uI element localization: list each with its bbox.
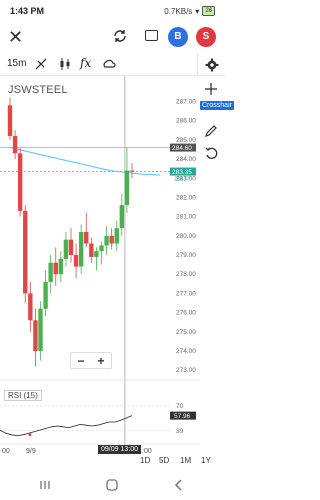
recents-icon[interactable] bbox=[38, 478, 52, 492]
rsi-tag: 57.96 bbox=[174, 413, 191, 420]
price-axis-label: 280.00 bbox=[176, 233, 196, 240]
candle-body bbox=[68, 239, 74, 256]
candle-body bbox=[28, 293, 33, 321]
rsi-axis-label: 70 bbox=[176, 403, 184, 410]
indicators-icon[interactable]: fx bbox=[80, 56, 94, 70]
cloud-icon[interactable] bbox=[102, 57, 116, 71]
tabs-icon[interactable] bbox=[145, 30, 158, 41]
candle-body bbox=[53, 262, 58, 275]
candle-body bbox=[78, 232, 84, 267]
crosshair-time-label: 09/09 13:00 bbox=[98, 445, 141, 454]
rsi-line bbox=[0, 415, 133, 437]
refresh-icon[interactable] bbox=[112, 28, 128, 44]
price-tag-small: 283.17 bbox=[174, 177, 190, 183]
range-1y-button[interactable]: 1Y bbox=[201, 456, 211, 465]
price-axis-label: 277.00 bbox=[176, 290, 196, 297]
candle-body bbox=[23, 210, 28, 294]
net-speed: 0.7KB/s bbox=[164, 6, 193, 16]
rsi-label[interactable]: RSI (15) bbox=[4, 390, 42, 401]
candle-body bbox=[104, 235, 109, 246]
candle-body bbox=[89, 243, 94, 257]
candle-body bbox=[7, 105, 13, 137]
time-label-mid: 9/9 bbox=[26, 448, 36, 455]
candle-body bbox=[58, 258, 64, 275]
price-axis-label: 285.00 bbox=[176, 137, 196, 144]
android-nav-bar bbox=[0, 470, 225, 500]
zoom-in-button[interactable]: + bbox=[97, 354, 104, 368]
candle-body bbox=[94, 251, 99, 257]
avatar-b[interactable]: B bbox=[168, 27, 188, 47]
pencil-icon[interactable] bbox=[204, 124, 218, 138]
status-indicators: 0.7KB/s ▾ 26 bbox=[164, 6, 215, 16]
price-tag-current: 283.35 bbox=[172, 169, 192, 176]
price-axis-label: 286.00 bbox=[176, 118, 196, 125]
candle-body bbox=[109, 235, 114, 244]
settings-button[interactable] bbox=[197, 54, 225, 76]
right-tool-panel bbox=[197, 76, 225, 166]
home-icon[interactable] bbox=[105, 478, 119, 492]
candle-body bbox=[114, 228, 119, 244]
rsi-low-marker bbox=[28, 433, 32, 437]
undo-icon[interactable] bbox=[204, 146, 218, 160]
status-time: 1:43 PM bbox=[10, 6, 45, 16]
price-axis-label: 279.00 bbox=[176, 252, 196, 259]
price-axis-label: 284.00 bbox=[176, 156, 196, 163]
rsi-axis-label: 39 bbox=[176, 428, 184, 435]
range-1m-button[interactable]: 1M bbox=[180, 456, 191, 465]
candlestick-icon[interactable] bbox=[58, 57, 72, 71]
symbol-title: JSWSTEEL bbox=[8, 84, 68, 96]
price-axis-label: 276.00 bbox=[176, 310, 196, 317]
price-axis-label: 282.00 bbox=[176, 194, 196, 201]
price-axis-label: 281.00 bbox=[176, 214, 196, 221]
interval-selector[interactable]: 15m bbox=[7, 58, 26, 69]
candle-body bbox=[63, 239, 69, 259]
moving-average-line bbox=[9, 147, 161, 176]
price-axis-label: 275.00 bbox=[176, 329, 196, 336]
candle-body bbox=[48, 262, 53, 282]
back-icon[interactable] bbox=[172, 478, 186, 492]
battery-icon: 26 bbox=[202, 6, 215, 16]
candle-body bbox=[43, 281, 48, 309]
candle-body bbox=[99, 245, 104, 252]
zoom-control: − + bbox=[70, 352, 112, 369]
price-axis-label: 274.00 bbox=[176, 348, 196, 355]
zoom-out-button[interactable]: − bbox=[77, 354, 84, 368]
candle-body bbox=[38, 308, 43, 351]
crosshair-icon[interactable] bbox=[204, 82, 218, 96]
candle-body bbox=[33, 320, 38, 351]
wifi-icon: ▾ bbox=[195, 6, 200, 16]
candle-body bbox=[73, 255, 79, 267]
price-axis-label: 287.00 bbox=[176, 99, 196, 106]
range-1d-button[interactable]: 1D bbox=[140, 456, 150, 465]
drawing-tool-icon[interactable] bbox=[34, 57, 48, 71]
candle-body bbox=[12, 136, 18, 154]
candle-body bbox=[119, 205, 125, 229]
price-axis-label: 278.00 bbox=[176, 271, 196, 278]
avatar-s[interactable]: S bbox=[196, 27, 216, 47]
time-label-left: 00 bbox=[2, 448, 10, 455]
status-bar: 1:43 PM 0.7KB/s ▾ 26 bbox=[0, 0, 225, 24]
close-icon[interactable]: ✕ bbox=[8, 27, 23, 47]
price-axis-label: 273.00 bbox=[176, 367, 196, 374]
candle-body bbox=[129, 170, 135, 172]
app-bar: ✕ B S bbox=[0, 24, 225, 52]
chart-toolbar: 15m fx bbox=[0, 54, 225, 76]
time-label-right: :00 bbox=[142, 448, 152, 455]
candle-body bbox=[124, 170, 130, 206]
candle-body bbox=[17, 153, 23, 211]
price-tag-last: 284.60 bbox=[172, 145, 192, 152]
crosshair-tooltip: Crosshair bbox=[200, 101, 234, 110]
range-5d-button[interactable]: 5D bbox=[159, 456, 169, 465]
candle-body bbox=[84, 232, 89, 244]
gear-icon bbox=[205, 58, 219, 72]
